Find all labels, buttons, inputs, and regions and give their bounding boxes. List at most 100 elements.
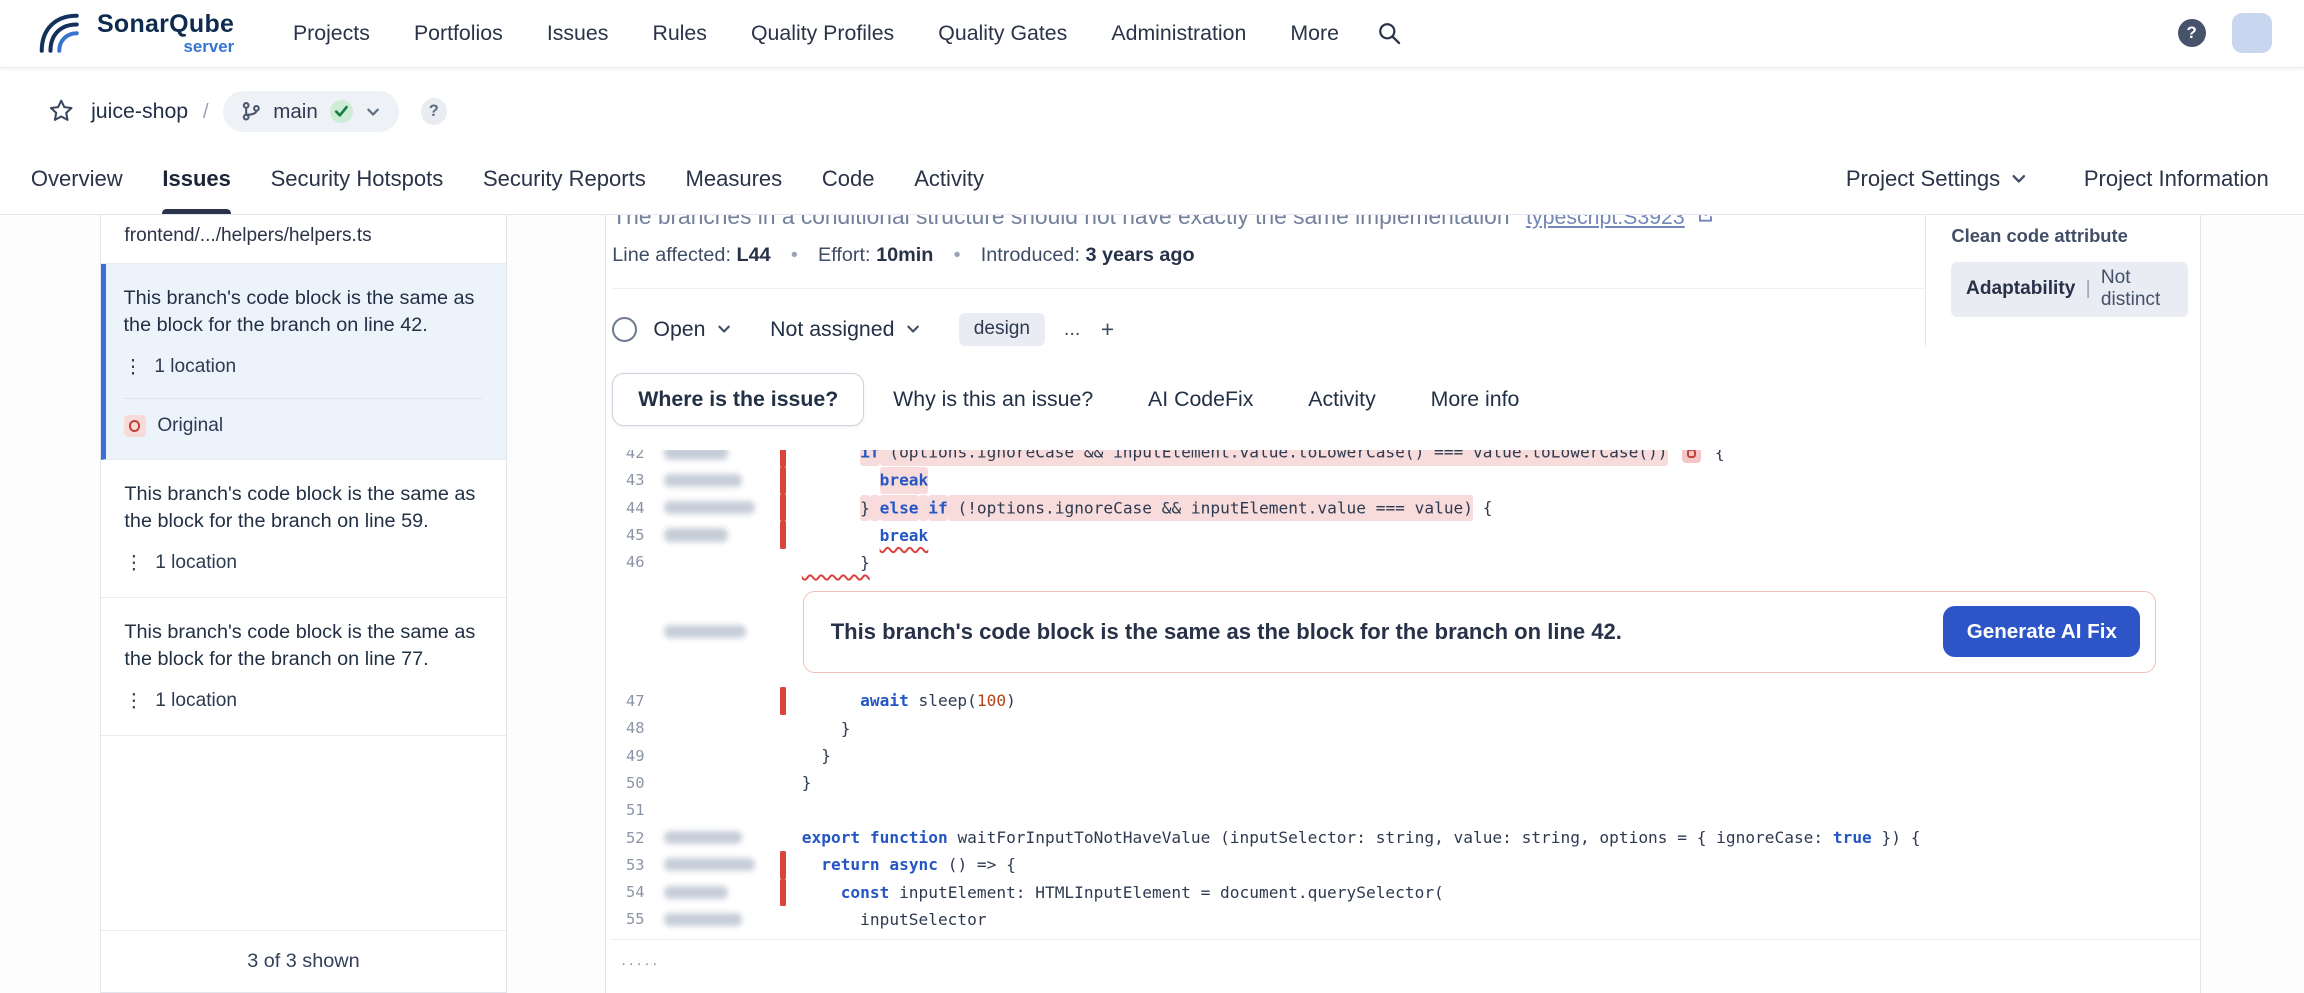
tab-measures[interactable]: Measures [685, 144, 782, 214]
sonarqube-logo[interactable]: SonarQube server [35, 9, 234, 57]
issue-tab-why-is-this-an-issue[interactable]: Why is this an issue? [867, 373, 1119, 426]
line-number[interactable]: 42 [612, 450, 644, 462]
project-settings-label: Project Settings [1846, 166, 2000, 192]
line-number[interactable]: 52 [612, 829, 644, 847]
nav-item-portfolios[interactable]: Portfolios [414, 21, 503, 46]
blurred-author [664, 501, 755, 514]
nav-item-quality-profiles[interactable]: Quality Profiles [751, 21, 894, 46]
line-number[interactable]: 50 [612, 774, 644, 792]
issue-card-locations[interactable]: ⋮1 location [124, 689, 482, 713]
code-line: 46 } [612, 549, 2200, 576]
code-line: 44 } else if (!options.ignoreCase && inp… [612, 494, 2200, 521]
rule-title-text: The branches in a conditional structure … [612, 215, 1509, 229]
blurred-author [664, 831, 742, 844]
chevron-down-icon [2010, 170, 2028, 188]
tab-overview[interactable]: Overview [31, 144, 123, 214]
code-line: 52export function waitForInputToNotHaveV… [612, 824, 2200, 851]
issue-card[interactable]: This branch's code block is the same as … [101, 460, 506, 598]
search-icon[interactable] [1377, 21, 1402, 46]
line-number[interactable]: 51 [612, 801, 644, 819]
locations-label: 1 location [154, 356, 236, 378]
branch-help-icon[interactable]: ? [421, 98, 447, 124]
chevron-down-icon [905, 321, 921, 337]
nav-item-issues[interactable]: Issues [547, 21, 609, 46]
chevron-down-icon [716, 321, 732, 337]
line-number[interactable]: 53 [612, 856, 644, 874]
original-badge-label: Original [157, 415, 223, 437]
tab-activity[interactable]: Activity [914, 144, 984, 214]
line-affected-value: L44 [736, 244, 770, 266]
tag-design[interactable]: design [959, 313, 1045, 347]
line-number[interactable]: 47 [612, 692, 644, 710]
nav-item-projects[interactable]: Projects [293, 21, 370, 46]
code-line: 53 return async () => { [612, 851, 2200, 878]
code-text: } [786, 773, 812, 792]
avatar[interactable] [2232, 13, 2272, 53]
code-text: } [786, 553, 870, 572]
line-number[interactable]: 46 [612, 553, 644, 571]
tab-code[interactable]: Code [822, 144, 875, 214]
add-tag-button[interactable]: + [1101, 316, 1114, 343]
issue-card[interactable]: This branch's code block is the same as … [101, 598, 506, 736]
status-dropdown[interactable]: Open [653, 317, 732, 342]
nav-item-quality-gates[interactable]: Quality Gates [938, 21, 1067, 46]
tags-overflow[interactable]: ... [1064, 318, 1081, 341]
line-number[interactable]: 43 [612, 471, 644, 489]
line-number[interactable]: 45 [612, 526, 644, 544]
introduced-value: 3 years ago [1085, 244, 1194, 266]
meta-separator: • [954, 244, 961, 266]
status-radio-icon[interactable] [612, 317, 637, 342]
project-tabs: Overview Issues Security Hotspots Security … [31, 144, 984, 214]
main-nav: Projects Portfolios Issues Rules Quality Pro… [293, 21, 1339, 46]
issue-detail-inner: The branches in a conditional structure … [606, 215, 2200, 987]
blurred-author [664, 450, 729, 460]
issue-card-locations[interactable]: ⋮ 1 location [124, 355, 483, 379]
line-number[interactable]: 48 [612, 719, 644, 737]
line-number[interactable]: 54 [612, 883, 644, 901]
code-line: 49 } [612, 742, 2200, 769]
author-column [645, 858, 771, 871]
issue-card-locations[interactable]: ⋮1 location [124, 551, 482, 575]
generate-ai-fix-button[interactable]: Generate AI Fix [1943, 606, 2140, 656]
issue-tab-activity[interactable]: Activity [1282, 373, 1401, 426]
issue-detail-tabs: Where is the issue?Why is this an issue?… [612, 373, 2200, 426]
nav-item-administration[interactable]: Administration [1111, 21, 1246, 46]
navbar-right: ? [2178, 13, 2272, 53]
location-marker-icon [124, 415, 146, 437]
code-line: 47 await sleep(100) [612, 687, 2200, 714]
help-icon[interactable]: ? [2178, 19, 2206, 47]
top-navbar: SonarQube server Projects Portfolios Issue… [0, 0, 2304, 68]
project-settings-menu[interactable]: Project Settings [1846, 166, 2028, 192]
nav-item-rules[interactable]: Rules [652, 21, 706, 46]
code-text: } [786, 746, 831, 765]
code-text: if (options.ignoreCase && inputElement.v… [786, 450, 1725, 463]
blurred-author [664, 858, 755, 871]
code-text: break [786, 471, 929, 490]
issue-tab-ai-codefix[interactable]: AI CodeFix [1122, 373, 1279, 426]
project-name[interactable]: juice-shop [91, 99, 188, 124]
line-number[interactable]: 44 [612, 499, 644, 517]
rule-key-link[interactable]: typescript:S3923 [1526, 215, 1685, 229]
issue-tab-more-info[interactable]: More info [1405, 373, 1546, 426]
issue-tab-where-is-the-issue[interactable]: Where is the issue? [612, 373, 864, 426]
line-number[interactable]: 49 [612, 747, 644, 765]
expand-lines-button[interactable]: ····· [621, 956, 660, 972]
code-text: return async () => { [786, 855, 1016, 874]
branch-selector[interactable]: main [223, 91, 398, 133]
tab-security-reports[interactable]: Security Reports [483, 144, 646, 214]
issue-card[interactable]: This branch's code block is the same as … [101, 264, 506, 460]
breadcrumb-separator: / [203, 100, 209, 124]
tab-security-hotspots[interactable]: Security Hotspots [271, 144, 444, 214]
nav-item-more[interactable]: More [1290, 21, 1339, 46]
line-number[interactable]: 55 [612, 910, 644, 928]
tab-issues[interactable]: Issues [162, 144, 231, 214]
assignee-value: Not assigned [770, 317, 894, 342]
branch-name: main [273, 100, 318, 124]
issue-location-marker [1682, 450, 1701, 463]
issue-meta: Line affected: L44 • Effort: 10min • Int… [612, 244, 1925, 267]
kebab-icon: ⋮ [124, 355, 143, 379]
project-information-button[interactable]: Project Information [2084, 166, 2269, 192]
code-line: 54 const inputElement: HTMLInputElement … [612, 879, 2200, 906]
favorite-star-icon[interactable] [48, 98, 74, 124]
assignee-dropdown[interactable]: Not assigned [770, 317, 921, 342]
